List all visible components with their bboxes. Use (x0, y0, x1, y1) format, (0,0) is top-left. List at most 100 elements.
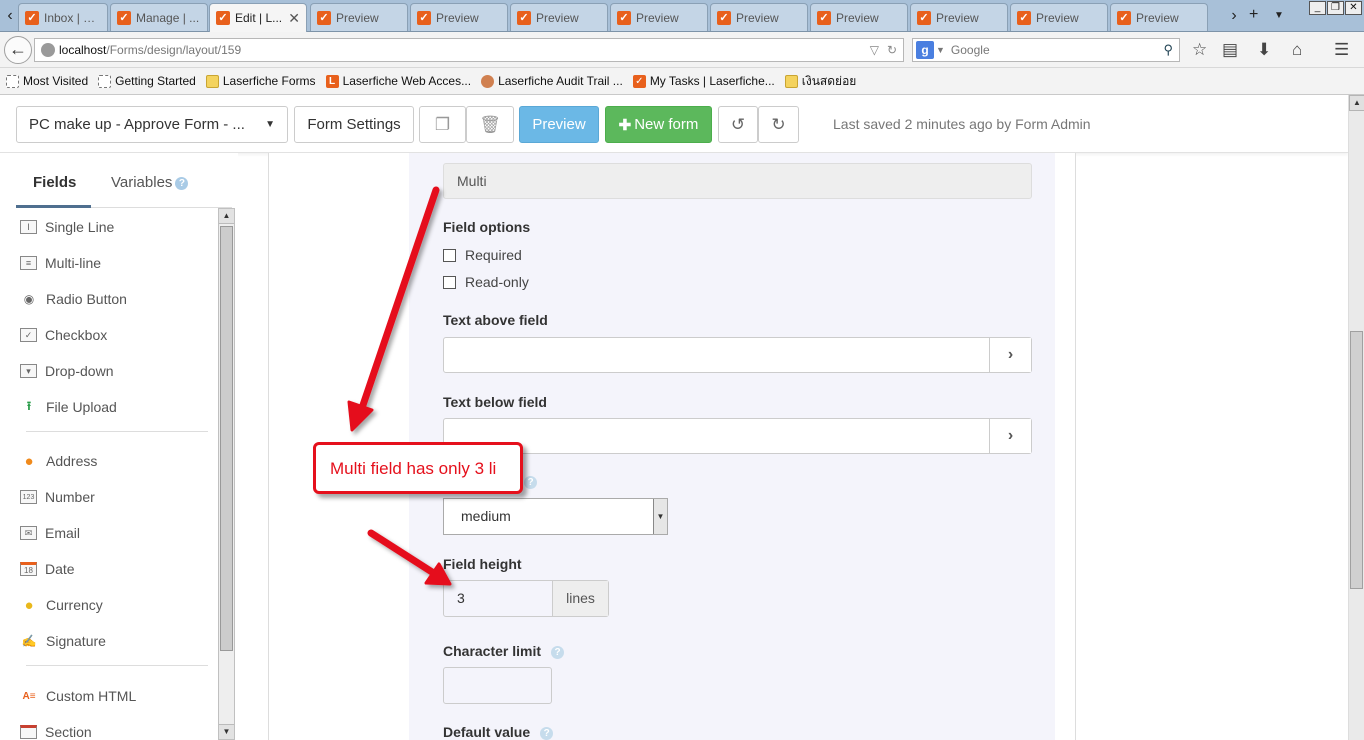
bookmark-item[interactable]: เงินสดย่อย (784, 72, 857, 91)
tab-scroll-right-icon[interactable]: › (1226, 4, 1242, 28)
field-item-label: Drop-down (45, 363, 114, 379)
field-item-multi-line[interactable]: ≡ Multi-line (20, 255, 101, 271)
envelope-icon: ✉ (20, 526, 37, 540)
tab-title: Preview (1136, 10, 1179, 25)
minimize-icon[interactable]: _ (1309, 1, 1326, 15)
text-below-input[interactable]: › (443, 418, 1032, 454)
browser-tab[interactable]: ✓ Preview (810, 3, 908, 31)
field-item-number[interactable]: 123 Number (20, 489, 95, 505)
caret-down-icon: ▼ (265, 119, 275, 130)
url-bar[interactable]: localhost/Forms/design/layout/159 ▽ ↻ (34, 38, 904, 62)
browser-tab[interactable]: ✓ Preview (1010, 3, 1108, 31)
field-item-section[interactable]: Section (20, 724, 92, 740)
tab-variables[interactable]: Variables? (111, 174, 189, 191)
copy-button[interactable]: ❐ (419, 106, 466, 143)
field-width-select[interactable]: medium ▼ (443, 498, 668, 535)
reload-icon[interactable]: ↻ (887, 43, 897, 57)
scroll-thumb[interactable] (220, 226, 233, 651)
dropdown-history-icon[interactable]: ▽ (870, 43, 879, 57)
bookmark-item[interactable]: Getting Started (98, 74, 196, 88)
page-scrollbar[interactable]: ▲ (1348, 95, 1364, 740)
readonly-option[interactable]: Read-only (443, 274, 529, 290)
field-item-address[interactable]: ● Address (20, 453, 97, 470)
readonly-checkbox[interactable] (443, 275, 456, 289)
form-settings-button[interactable]: Form Settings (294, 106, 414, 143)
back-button[interactable]: ← (4, 36, 32, 64)
tab-list-icon[interactable]: ▼ (1274, 10, 1284, 21)
browser-tab[interactable]: ✓ Edit | L... ✕ (209, 3, 307, 32)
new-form-button[interactable]: ✚ New form (605, 106, 712, 143)
tab-title: Preview (736, 10, 779, 25)
preview-button[interactable]: Preview (519, 106, 599, 143)
number-icon: 123 (20, 490, 37, 504)
help-icon[interactable]: ? (524, 476, 537, 489)
bookmark-item[interactable]: Laserfiche Forms (205, 74, 316, 88)
google-logo-icon[interactable]: g (916, 41, 934, 59)
tab-close-icon[interactable]: ✕ (288, 10, 300, 27)
browser-tab[interactable]: ✓ Preview (1110, 3, 1208, 31)
field-label-input[interactable]: Multi (443, 163, 1032, 199)
field-item-date[interactable]: 18 Date (20, 561, 75, 577)
bookmark-item[interactable]: ✓ My Tasks | Laserfiche... (632, 74, 775, 88)
field-item-custom-html[interactable]: A≡ Custom HTML (20, 688, 136, 704)
menu-icon[interactable]: ☰ (1334, 40, 1349, 60)
character-limit-input[interactable] (443, 667, 552, 704)
restore-icon[interactable]: ❐ (1327, 1, 1344, 15)
bookmark-item[interactable]: Most Visited (6, 74, 88, 88)
browser-tab[interactable]: ✓ Inbox | La... (18, 3, 108, 31)
help-icon[interactable]: ? (540, 727, 554, 740)
tab-favicon-icon: ✓ (817, 10, 831, 25)
bookmark-item[interactable]: Laserfiche Audit Trail ... (481, 74, 623, 88)
field-item-radio-button[interactable]: ◉ Radio Button (20, 291, 127, 307)
field-height-input[interactable]: 3 (444, 581, 552, 616)
help-icon[interactable]: ? (175, 177, 189, 190)
chevron-right-icon[interactable]: › (989, 338, 1031, 372)
help-icon[interactable]: ? (551, 646, 565, 659)
redo-button[interactable]: ↻ (758, 106, 799, 143)
downloads-icon[interactable]: ⬇ (1257, 40, 1271, 60)
browser-tab[interactable]: ✓ Preview (310, 3, 408, 31)
chevron-down-icon[interactable]: ▼ (653, 499, 667, 534)
field-item-file-upload[interactable]: ⭱ File Upload (20, 399, 117, 416)
checkbox-icon: ✓ (20, 328, 37, 342)
scroll-up-icon[interactable]: ▲ (1349, 95, 1364, 111)
form-selector[interactable]: PC make up - Approve Form - ... ▼ (16, 106, 288, 143)
text-above-input[interactable]: › (443, 337, 1032, 373)
field-item-signature[interactable]: ✍ Signature (20, 633, 106, 649)
field-item-email[interactable]: ✉ Email (20, 525, 80, 541)
field-item-checkbox[interactable]: ✓ Checkbox (20, 327, 107, 343)
home-icon[interactable]: ⌂ (1292, 40, 1302, 60)
bookmark-item[interactable]: L Laserfiche Web Acces... (325, 74, 471, 88)
field-item-currency[interactable]: ● Currency (20, 597, 103, 614)
browser-tab[interactable]: ✓ Manage | ... (110, 3, 208, 31)
chevron-right-icon[interactable]: › (989, 419, 1031, 453)
bookmark-label: เงินสดย่อย (801, 73, 857, 88)
required-option[interactable]: Required (443, 247, 522, 263)
field-item-label: Currency (46, 597, 103, 613)
tab-scroll-left-icon[interactable]: ‹ (2, 4, 18, 28)
browser-tab[interactable]: ✓ Preview (610, 3, 708, 31)
search-bar[interactable]: g ▼ Google ⚲ (912, 38, 1180, 62)
browser-tab[interactable]: ✓ Preview (910, 3, 1008, 31)
delete-button[interactable]: 🗑 (466, 106, 514, 143)
field-item-drop-down[interactable]: ▾ Drop-down (20, 363, 113, 379)
multi-line-icon: ≡ (20, 256, 37, 270)
field-item-single-line[interactable]: I Single Line (20, 219, 114, 235)
scroll-up-icon[interactable]: ▲ (219, 209, 234, 224)
new-tab-icon[interactable]: + (1249, 6, 1258, 24)
search-engine-caret-icon[interactable]: ▼ (936, 45, 945, 55)
page-scroll-thumb[interactable] (1350, 331, 1363, 589)
search-icon[interactable]: ⚲ (1163, 42, 1173, 58)
required-checkbox[interactable] (443, 248, 456, 262)
browser-tab[interactable]: ✓ Preview (410, 3, 508, 31)
close-window-icon[interactable]: ✕ (1345, 1, 1362, 15)
browser-tab[interactable]: ✓ Preview (510, 3, 608, 31)
browser-tab[interactable]: ✓ Preview (710, 3, 808, 31)
undo-button[interactable]: ↺ (718, 106, 758, 143)
scroll-down-icon[interactable]: ▼ (219, 724, 234, 739)
tab-fields[interactable]: Fields (33, 174, 76, 191)
field-height-unit: lines (552, 581, 608, 616)
reading-list-icon[interactable]: ▤ (1222, 40, 1238, 60)
palette-scrollbar[interactable]: ▲ ▼ (218, 208, 235, 740)
bookmark-star-icon[interactable]: ☆ (1192, 40, 1207, 60)
